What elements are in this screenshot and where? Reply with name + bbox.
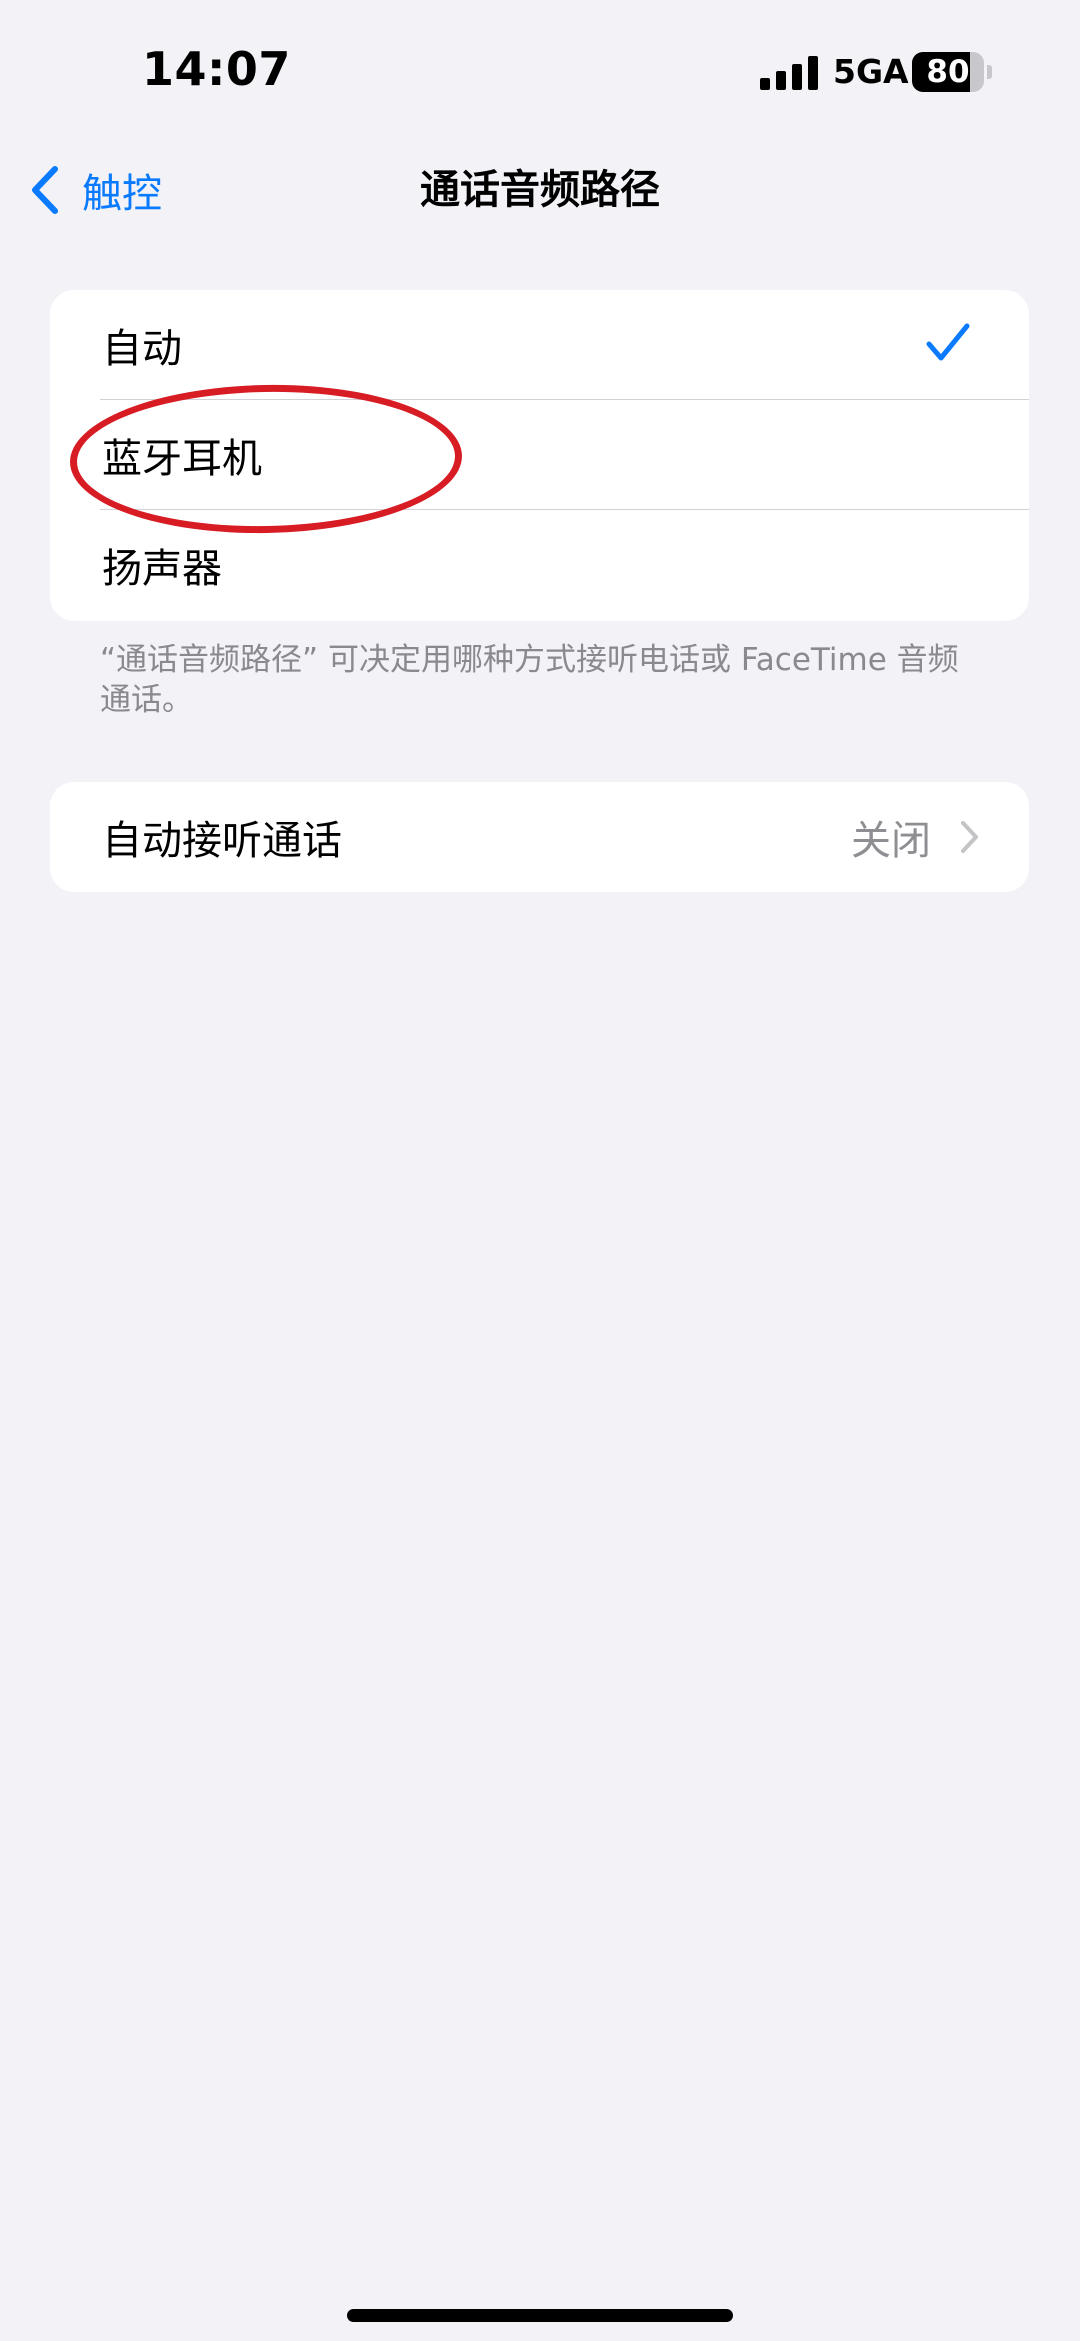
route-option-label: 蓝牙耳机 (102, 436, 262, 482)
checkmark-icon (926, 323, 970, 361)
auto-answer-label: 自动接听通话 (102, 818, 342, 864)
chevron-left-icon (32, 166, 58, 214)
battery-cap (987, 65, 992, 79)
auto-answer-group: 自动接听通话 关闭 (50, 782, 1029, 892)
status-time: 14:07 (142, 42, 291, 96)
battery-percentage: 80 (926, 54, 970, 90)
chevron-right-icon (961, 821, 978, 853)
back-button-label: 触控 (82, 171, 162, 217)
network-type-label: 5GA (833, 52, 909, 91)
route-option-label: 自动 (102, 326, 182, 372)
back-button[interactable]: 触控 (30, 160, 162, 220)
status-bar: 14:07 5GA 80 (0, 0, 1080, 150)
auto-answer-row[interactable]: 自动接听通话 关闭 (50, 782, 1029, 892)
route-option-label: 扬声器 (102, 546, 222, 592)
audio-route-group: 自动 蓝牙耳机 扬声器 (50, 290, 1029, 621)
battery-body: 80 (912, 52, 984, 92)
cellular-signal-icon (760, 56, 818, 90)
page-title: 通话音频路径 (420, 167, 660, 213)
battery-icon: 80 (912, 52, 992, 92)
route-option-speaker[interactable]: 扬声器 (50, 510, 1029, 620)
home-indicator[interactable] (347, 2309, 733, 2322)
audio-route-footer-note: “通话音频路径” 可决定用哪种方式接听电话或 FaceTime 音频通话。 (100, 642, 959, 718)
auto-answer-value: 关闭 (851, 818, 931, 864)
route-option-auto[interactable]: 自动 (50, 290, 1029, 400)
route-option-bluetooth-headset[interactable]: 蓝牙耳机 (50, 400, 1029, 510)
